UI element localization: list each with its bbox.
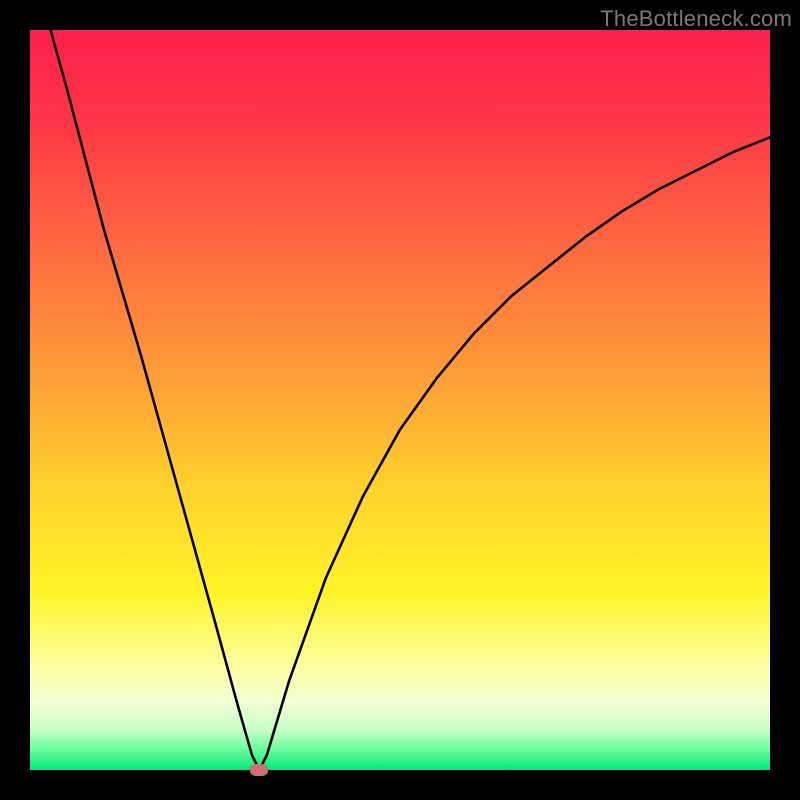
chart-stage: TheBottleneck.com [0,0,800,800]
plot-area [30,30,770,770]
optimal-point-marker [250,764,268,776]
watermark-text: TheBottleneck.com [600,6,792,32]
bottleneck-curve [30,30,770,770]
